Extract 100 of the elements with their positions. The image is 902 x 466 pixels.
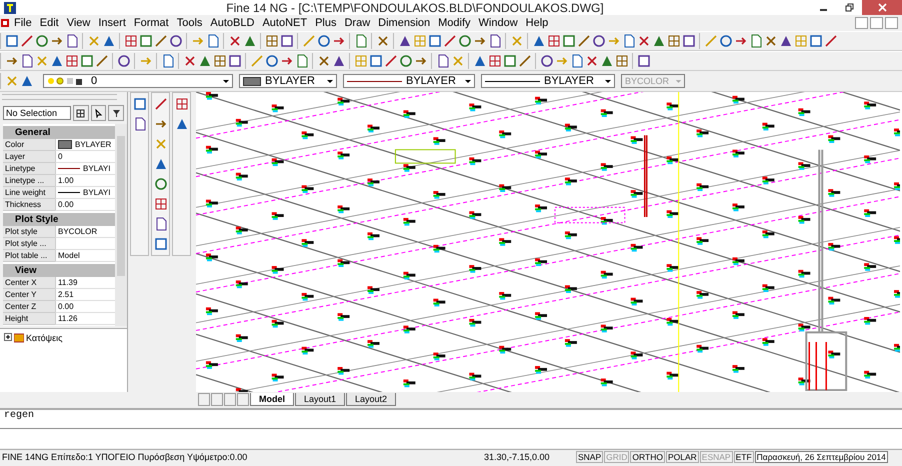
toolbar-button[interactable] (153, 236, 168, 252)
expand-icon[interactable] (4, 333, 12, 341)
menu-item[interactable]: Dimension (374, 17, 434, 29)
toolbar-button[interactable] (116, 53, 131, 69)
section-header[interactable]: View (3, 264, 115, 277)
status-info: FINE 14NG Επίπεδο:1 ΥΠΟΓΕΙΟ Πυρόσβεση Υψόμετρο:0.00 (1, 452, 248, 462)
menu-item[interactable]: Draw (340, 17, 374, 29)
toolbar-button[interactable] (808, 33, 823, 49)
page-icon (64, 34, 78, 48)
tree-item[interactable]: Κατόψεις (26, 333, 62, 343)
line-icon (824, 34, 838, 48)
app-icon (4, 2, 16, 14)
toolbar-button[interactable] (132, 96, 147, 112)
close-button[interactable] (885, 17, 898, 29)
window-title: Fine 14 NG - [C:\TEMP\FONDOULAKOS.BLD\FONDOULAKOS.DWG] (225, 0, 605, 14)
page-icon (20, 54, 34, 68)
menu-item[interactable]: AutoBLD (206, 17, 258, 29)
scrollbar[interactable] (115, 124, 127, 326)
toolbar-button[interactable] (368, 53, 383, 69)
property-name: Thickness (3, 199, 55, 211)
layout-tab[interactable]: Model (250, 392, 294, 406)
cross-icon (450, 54, 464, 68)
toolbar-button[interactable] (681, 33, 696, 49)
layer-dropdown[interactable]: 0 (43, 74, 233, 88)
menu-item[interactable]: File (10, 17, 36, 29)
page-icon (748, 34, 762, 48)
layout-tab[interactable]: Layout1 (295, 392, 346, 406)
page-icon (132, 117, 146, 131)
grid-icon (666, 34, 680, 48)
triangle-icon (600, 54, 614, 68)
property-value: BYLAYI (83, 187, 110, 198)
command-input[interactable] (0, 429, 902, 448)
triangle-icon (50, 54, 64, 68)
lineweight-dropdown[interactable]: BYLAYER (481, 74, 615, 88)
toolbar-button[interactable] (279, 33, 294, 49)
status-toggle[interactable]: SNAP (576, 451, 604, 463)
color-swatch (243, 76, 261, 86)
menu-item[interactable]: Help (522, 17, 552, 29)
status-toggle[interactable]: ETF (734, 451, 754, 463)
menu-item[interactable]: Modify (434, 17, 475, 29)
folder-icon (14, 333, 24, 343)
menu-item[interactable]: Edit (36, 17, 63, 29)
grid-icon (794, 34, 808, 48)
status-toggle[interactable]: ORTHO (630, 451, 665, 463)
menu-item[interactable]: Format (130, 17, 173, 29)
toolbar-button[interactable] (227, 53, 242, 69)
square-icon (132, 97, 146, 111)
color-value: BYLAYER (265, 75, 315, 87)
cross-icon (182, 54, 196, 68)
menu-item[interactable]: Window (474, 17, 522, 29)
toolbar-button[interactable] (90, 105, 106, 121)
cross-icon (228, 34, 242, 48)
grid-icon (264, 34, 278, 48)
grid-icon (212, 54, 226, 68)
grid-icon (614, 54, 628, 68)
lineweight-sample (58, 192, 80, 193)
close-button[interactable] (862, 0, 902, 15)
status-toggle[interactable]: POLAR (666, 451, 699, 463)
toolbar-button[interactable] (636, 53, 651, 69)
menu-item[interactable]: Plus (311, 17, 340, 29)
grid-icon (174, 97, 188, 111)
property-name: Plot style (3, 226, 55, 238)
property-value: BYLAYI (83, 163, 110, 174)
color-dropdown[interactable]: BYLAYER (239, 74, 337, 88)
line-icon (518, 54, 532, 68)
property-name: Color (3, 139, 55, 151)
triangle-icon (20, 74, 34, 88)
selection-dropdown[interactable]: No Selection (3, 106, 72, 120)
grid-icon (76, 108, 86, 118)
circle-icon (116, 54, 130, 68)
page-icon (206, 34, 220, 48)
linetype-dropdown[interactable]: BYLAYER (343, 74, 475, 88)
circle-icon (592, 34, 606, 48)
menu-item[interactable]: View (62, 17, 94, 29)
grid-icon (354, 54, 368, 68)
cursor-icon (94, 108, 104, 118)
section-header[interactable]: General (3, 126, 115, 139)
circle-icon (398, 54, 412, 68)
menu-item[interactable]: Tools (172, 17, 206, 29)
menu-item[interactable]: Insert (94, 17, 130, 29)
property-name: Layer (3, 151, 55, 163)
toolbar-button[interactable] (591, 33, 606, 49)
square-icon (80, 54, 94, 68)
layout-tab[interactable]: Layout2 (346, 392, 396, 406)
menu-item[interactable]: AutoNET (258, 17, 312, 29)
section-header[interactable]: Plot Style (3, 213, 115, 226)
toolbar-button[interactable] (168, 33, 183, 49)
toolbar-button[interactable] (73, 105, 89, 121)
linetype-value: BYLAYER (406, 75, 456, 87)
triangle-icon (652, 34, 666, 48)
toolbar-button[interactable] (539, 53, 554, 69)
toolbar-button[interactable] (108, 105, 124, 121)
square-icon (4, 34, 18, 48)
cross-icon (34, 54, 48, 68)
toolbar-button[interactable] (427, 33, 442, 49)
line-icon (576, 34, 590, 48)
property-name: Line weight (3, 187, 55, 199)
toolbar-button[interactable] (4, 33, 19, 49)
page-icon (154, 217, 168, 231)
triangle-icon (102, 34, 116, 48)
